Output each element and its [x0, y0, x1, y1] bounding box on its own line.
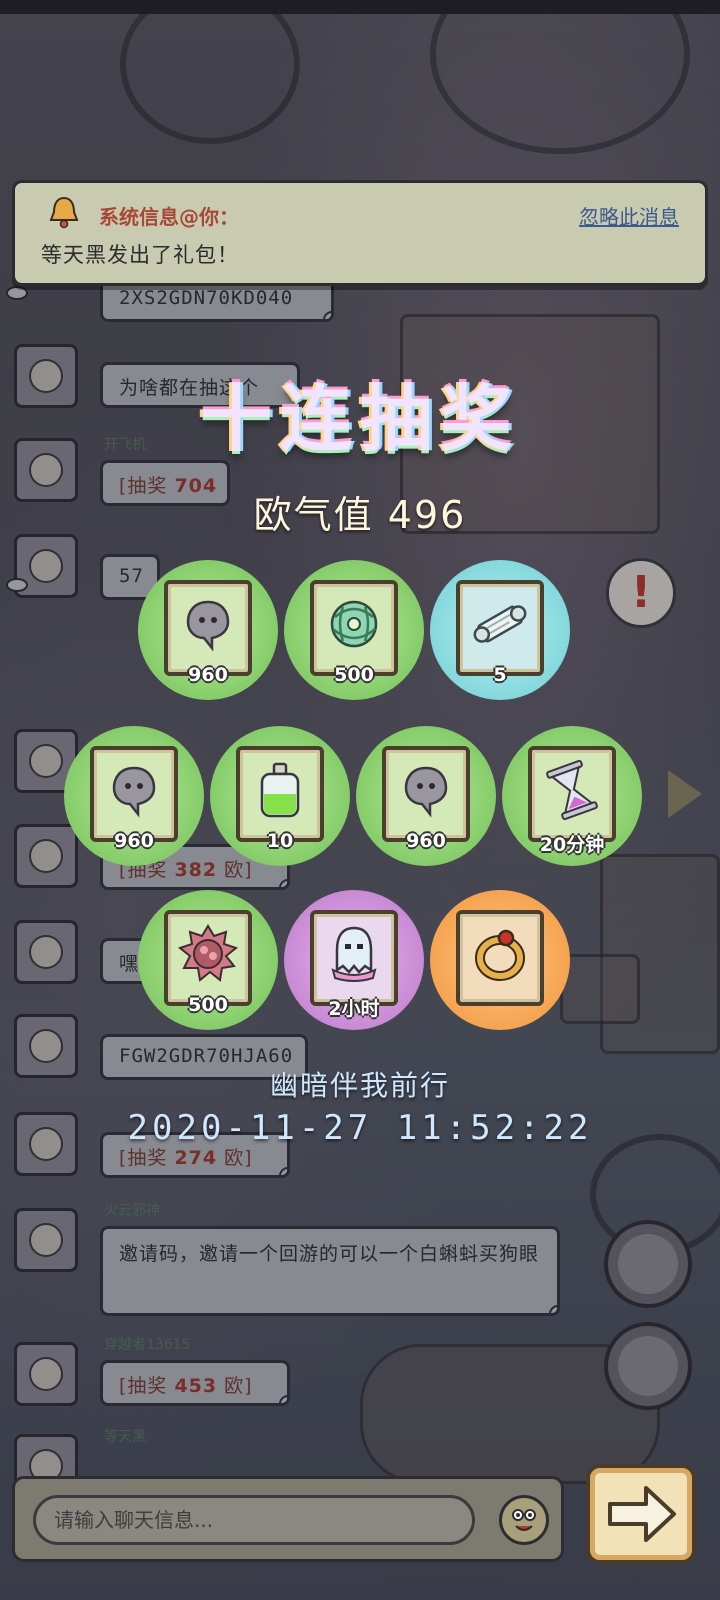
luck-label: 欧气值: [253, 493, 374, 537]
ghost-costume-icon: [331, 927, 377, 983]
spiked-shell-icon: [177, 924, 239, 983]
prize-quantity: 960: [188, 664, 228, 686]
prize-item[interactable]: 500: [138, 890, 278, 1030]
system-message-body: 等天黑发出了礼包！: [41, 243, 239, 267]
arrow-right-icon: [608, 1486, 676, 1542]
prize-item[interactable]: 20分钟: [502, 726, 642, 866]
send-button[interactable]: [586, 1464, 696, 1564]
ghost-blob-icon: [404, 767, 448, 819]
gold-ring-icon: [475, 930, 525, 982]
ghost-blob-icon: [186, 601, 230, 653]
prize-quantity: 20分钟: [539, 834, 605, 856]
smiley-icon: [512, 1509, 536, 1531]
player-name: 幽暗伴我前行: [269, 1069, 450, 1102]
prize-quantity: 500: [188, 994, 228, 1016]
draw-timestamp: 2020-11-27 11:52:22: [127, 1108, 593, 1148]
luck-value-display: 欧气值 496: [0, 484, 720, 539]
lottery-title: 十连抽奖: [199, 377, 520, 461]
system-message-banner: 系统信息@你： 忽略此消息 等天黑发出了礼包！: [12, 180, 708, 286]
chat-input-bar: [12, 1476, 564, 1562]
bell-icon: [49, 196, 79, 229]
ignore-message-link[interactable]: 忽略此消息: [579, 201, 679, 230]
ghost-blob-icon: [112, 767, 156, 819]
system-message-title: 系统信息@你：: [99, 205, 239, 229]
prize-item[interactable]: 960: [64, 726, 204, 866]
prize-quantity: 5: [493, 664, 507, 686]
prize-quantity: 960: [114, 830, 154, 852]
prize-item[interactable]: [430, 890, 570, 1030]
prize-quantity: 500: [334, 664, 374, 686]
prize-item[interactable]: 960: [356, 726, 496, 866]
scroll-icon: [473, 605, 527, 644]
prize-quantity: 2小时: [328, 998, 380, 1020]
hourglass-icon: [546, 760, 598, 821]
prize-item[interactable]: 10: [210, 726, 350, 866]
prize-item[interactable]: 2小时: [284, 890, 424, 1030]
chat-input[interactable]: [33, 1495, 475, 1545]
luck-value: 496: [387, 493, 467, 537]
prize-item[interactable]: 5: [430, 560, 570, 700]
emoji-button[interactable]: [499, 1495, 549, 1545]
prize-quantity: 960: [406, 830, 446, 852]
potion-bottle-icon: [260, 763, 300, 818]
prize-item[interactable]: 960: [138, 560, 278, 700]
prize-item[interactable]: 500: [284, 560, 424, 700]
green-orb-icon: [330, 601, 378, 648]
prize-quantity: 10: [266, 830, 294, 852]
